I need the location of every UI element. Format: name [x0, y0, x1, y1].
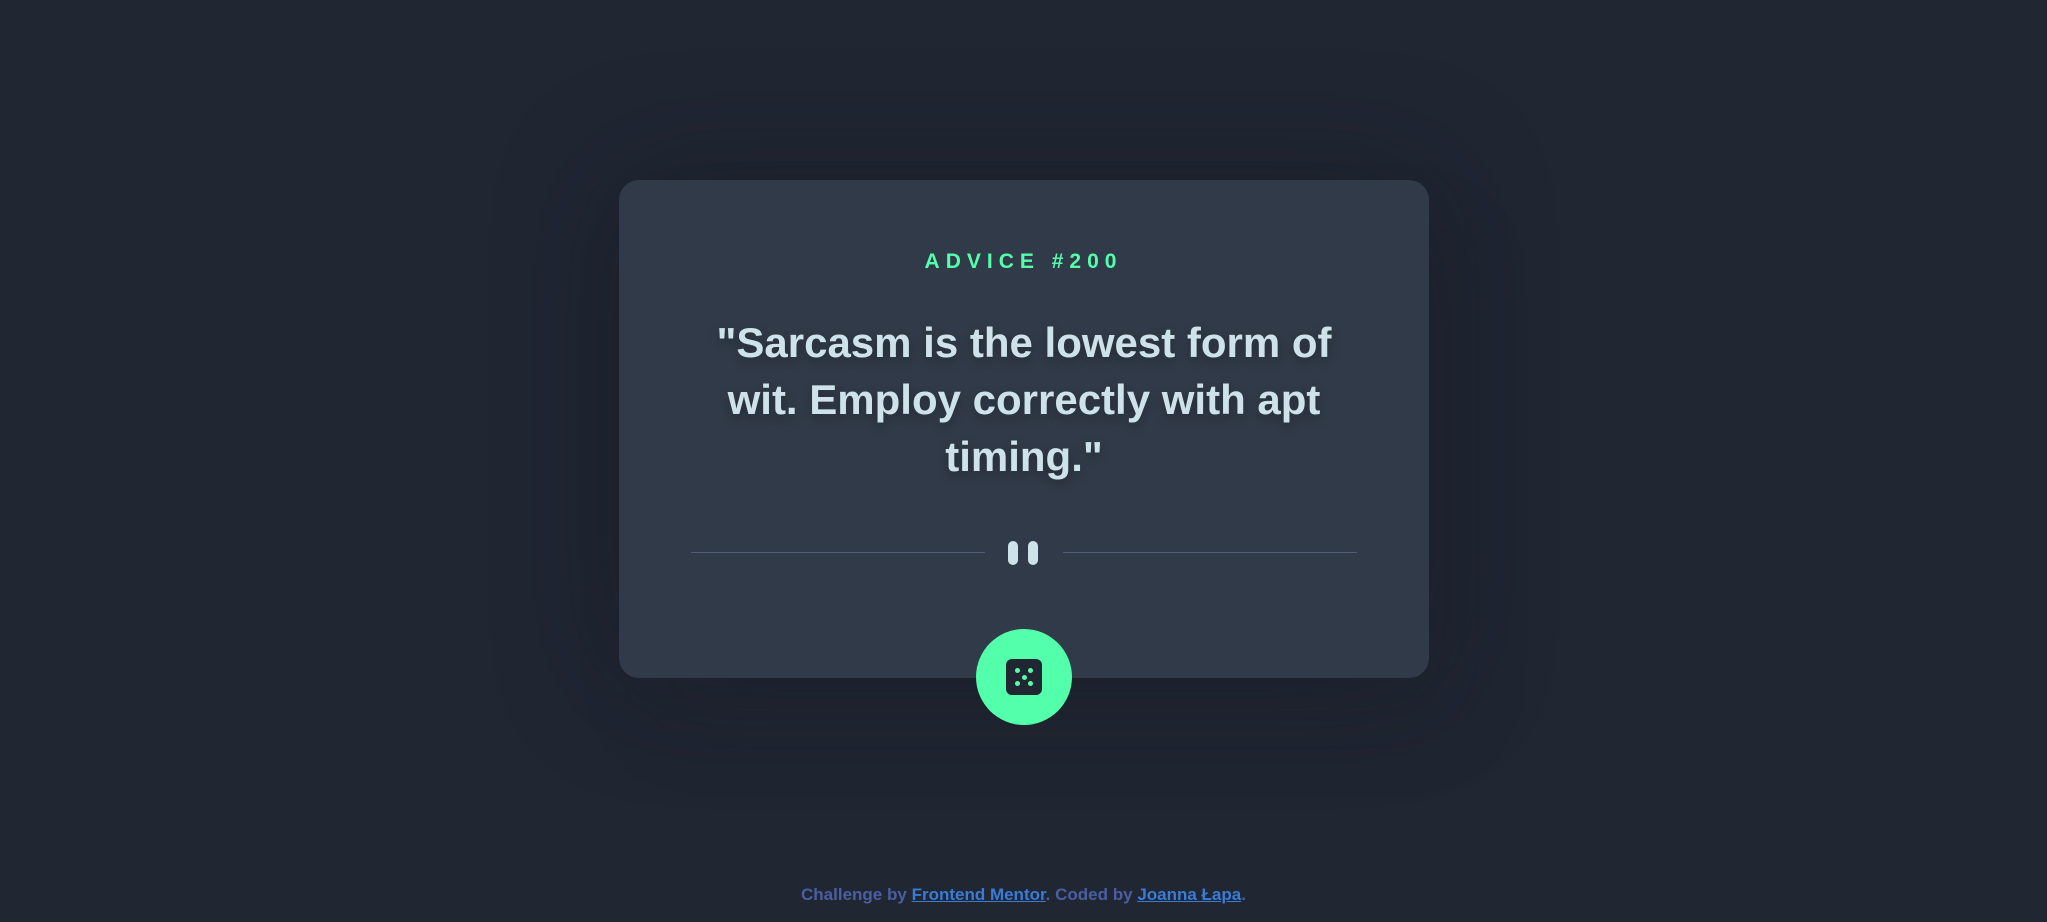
generate-advice-button[interactable]: [976, 629, 1072, 725]
divider-line-right: [1063, 552, 1357, 553]
dice-icon: [1006, 659, 1042, 695]
footer-middle: . Coded by: [1045, 885, 1133, 904]
footer-prefix: Challenge by: [801, 885, 907, 904]
divider-line-left: [691, 552, 985, 553]
page: ADVICE #200 "Sarcasm is the lowest form …: [0, 0, 2047, 922]
pattern-divider: [691, 534, 1357, 570]
advice-quote: "Sarcasm is the lowest form of wit. Empl…: [716, 319, 1332, 480]
advice-id: ADVICE #200: [924, 250, 1123, 273]
frontend-mentor-link[interactable]: Frontend Mentor: [912, 885, 1046, 904]
pause-icon: [1008, 541, 1040, 565]
footer-suffix: .: [1241, 885, 1246, 904]
attribution-footer: Challenge by Frontend Mentor. Coded by J…: [0, 885, 2047, 905]
author-link[interactable]: Joanna Łapa: [1137, 885, 1241, 904]
